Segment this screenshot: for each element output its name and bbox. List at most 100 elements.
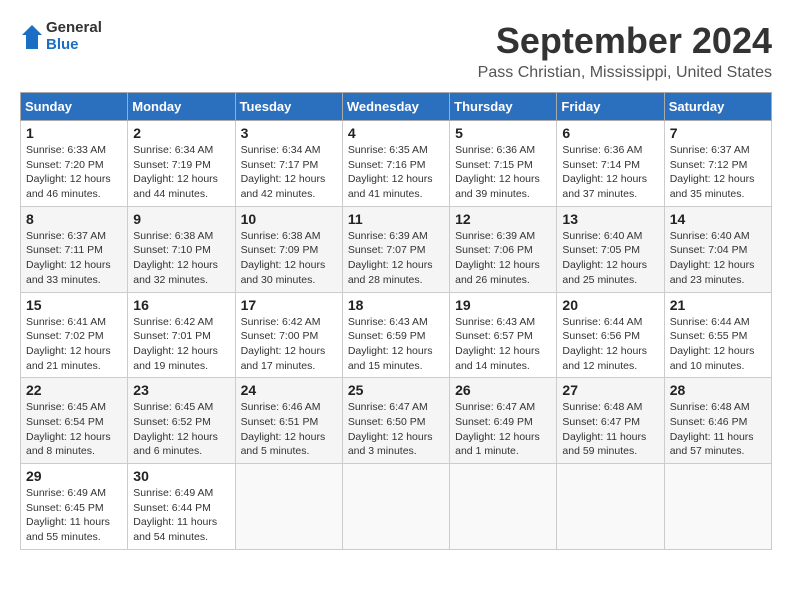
day-info: Sunrise: 6:44 AM Sunset: 6:55 PM Dayligh… xyxy=(670,315,766,374)
calendar-table: SundayMondayTuesdayWednesdayThursdayFrid… xyxy=(20,92,772,550)
day-number: 30 xyxy=(133,468,229,484)
day-info: Sunrise: 6:47 AM Sunset: 6:50 PM Dayligh… xyxy=(348,400,444,459)
calendar-cell: 3 Sunrise: 6:34 AM Sunset: 7:17 PM Dayli… xyxy=(235,121,342,207)
weekday-header-tuesday: Tuesday xyxy=(235,93,342,121)
day-number: 19 xyxy=(455,297,551,313)
day-info: Sunrise: 6:47 AM Sunset: 6:49 PM Dayligh… xyxy=(455,400,551,459)
calendar-cell: 9 Sunrise: 6:38 AM Sunset: 7:10 PM Dayli… xyxy=(128,206,235,292)
day-number: 9 xyxy=(133,211,229,227)
calendar-cell: 27 Sunrise: 6:48 AM Sunset: 6:47 PM Dayl… xyxy=(557,378,664,464)
weekday-header-monday: Monday xyxy=(128,93,235,121)
calendar-cell: 19 Sunrise: 6:43 AM Sunset: 6:57 PM Dayl… xyxy=(450,292,557,378)
calendar-cell xyxy=(235,464,342,550)
weekday-header-thursday: Thursday xyxy=(450,93,557,121)
calendar-cell: 17 Sunrise: 6:42 AM Sunset: 7:00 PM Dayl… xyxy=(235,292,342,378)
calendar-cell: 2 Sunrise: 6:34 AM Sunset: 7:19 PM Dayli… xyxy=(128,121,235,207)
day-number: 14 xyxy=(670,211,766,227)
day-info: Sunrise: 6:43 AM Sunset: 6:59 PM Dayligh… xyxy=(348,315,444,374)
logo-line2: Blue xyxy=(46,37,102,54)
day-info: Sunrise: 6:37 AM Sunset: 7:12 PM Dayligh… xyxy=(670,143,766,202)
location-title: Pass Christian, Mississippi, United Stat… xyxy=(478,64,772,82)
calendar-cell: 18 Sunrise: 6:43 AM Sunset: 6:59 PM Dayl… xyxy=(342,292,449,378)
day-info: Sunrise: 6:42 AM Sunset: 7:01 PM Dayligh… xyxy=(133,315,229,374)
calendar-week-row: 1 Sunrise: 6:33 AM Sunset: 7:20 PM Dayli… xyxy=(21,121,772,207)
calendar-cell xyxy=(450,464,557,550)
calendar-cell: 13 Sunrise: 6:40 AM Sunset: 7:05 PM Dayl… xyxy=(557,206,664,292)
calendar-week-row: 29 Sunrise: 6:49 AM Sunset: 6:45 PM Dayl… xyxy=(21,464,772,550)
calendar-cell: 28 Sunrise: 6:48 AM Sunset: 6:46 PM Dayl… xyxy=(664,378,771,464)
day-number: 16 xyxy=(133,297,229,313)
calendar-cell: 25 Sunrise: 6:47 AM Sunset: 6:50 PM Dayl… xyxy=(342,378,449,464)
calendar-cell xyxy=(557,464,664,550)
calendar-cell: 22 Sunrise: 6:45 AM Sunset: 6:54 PM Dayl… xyxy=(21,378,128,464)
calendar-cell: 15 Sunrise: 6:41 AM Sunset: 7:02 PM Dayl… xyxy=(21,292,128,378)
calendar-cell: 14 Sunrise: 6:40 AM Sunset: 7:04 PM Dayl… xyxy=(664,206,771,292)
day-info: Sunrise: 6:49 AM Sunset: 6:45 PM Dayligh… xyxy=(26,486,122,545)
calendar-cell: 20 Sunrise: 6:44 AM Sunset: 6:56 PM Dayl… xyxy=(557,292,664,378)
day-info: Sunrise: 6:40 AM Sunset: 7:04 PM Dayligh… xyxy=(670,229,766,288)
calendar-cell xyxy=(664,464,771,550)
day-number: 17 xyxy=(241,297,337,313)
day-number: 12 xyxy=(455,211,551,227)
day-number: 23 xyxy=(133,382,229,398)
calendar-cell: 4 Sunrise: 6:35 AM Sunset: 7:16 PM Dayli… xyxy=(342,121,449,207)
day-info: Sunrise: 6:45 AM Sunset: 6:54 PM Dayligh… xyxy=(26,400,122,459)
day-number: 6 xyxy=(562,125,658,141)
day-info: Sunrise: 6:44 AM Sunset: 6:56 PM Dayligh… xyxy=(562,315,658,374)
weekday-header-sunday: Sunday xyxy=(21,93,128,121)
calendar-cell: 8 Sunrise: 6:37 AM Sunset: 7:11 PM Dayli… xyxy=(21,206,128,292)
day-info: Sunrise: 6:48 AM Sunset: 6:47 PM Dayligh… xyxy=(562,400,658,459)
day-info: Sunrise: 6:35 AM Sunset: 7:16 PM Dayligh… xyxy=(348,143,444,202)
day-number: 8 xyxy=(26,211,122,227)
day-number: 11 xyxy=(348,211,444,227)
day-info: Sunrise: 6:38 AM Sunset: 7:09 PM Dayligh… xyxy=(241,229,337,288)
weekday-header-friday: Friday xyxy=(557,93,664,121)
day-number: 1 xyxy=(26,125,122,141)
day-number: 20 xyxy=(562,297,658,313)
day-number: 15 xyxy=(26,297,122,313)
day-info: Sunrise: 6:34 AM Sunset: 7:19 PM Dayligh… xyxy=(133,143,229,202)
calendar-cell: 23 Sunrise: 6:45 AM Sunset: 6:52 PM Dayl… xyxy=(128,378,235,464)
logo-line1: General xyxy=(46,20,102,37)
weekday-header-row: SundayMondayTuesdayWednesdayThursdayFrid… xyxy=(21,93,772,121)
calendar-cell: 26 Sunrise: 6:47 AM Sunset: 6:49 PM Dayl… xyxy=(450,378,557,464)
day-number: 25 xyxy=(348,382,444,398)
calendar-cell: 10 Sunrise: 6:38 AM Sunset: 7:09 PM Dayl… xyxy=(235,206,342,292)
day-number: 2 xyxy=(133,125,229,141)
calendar-cell: 29 Sunrise: 6:49 AM Sunset: 6:45 PM Dayl… xyxy=(21,464,128,550)
logo-bird-icon xyxy=(20,23,44,51)
day-number: 7 xyxy=(670,125,766,141)
day-info: Sunrise: 6:46 AM Sunset: 6:51 PM Dayligh… xyxy=(241,400,337,459)
day-info: Sunrise: 6:40 AM Sunset: 7:05 PM Dayligh… xyxy=(562,229,658,288)
calendar-cell xyxy=(342,464,449,550)
day-number: 5 xyxy=(455,125,551,141)
day-info: Sunrise: 6:45 AM Sunset: 6:52 PM Dayligh… xyxy=(133,400,229,459)
day-number: 26 xyxy=(455,382,551,398)
day-info: Sunrise: 6:39 AM Sunset: 7:06 PM Dayligh… xyxy=(455,229,551,288)
day-info: Sunrise: 6:33 AM Sunset: 7:20 PM Dayligh… xyxy=(26,143,122,202)
calendar-cell: 1 Sunrise: 6:33 AM Sunset: 7:20 PM Dayli… xyxy=(21,121,128,207)
calendar-cell: 16 Sunrise: 6:42 AM Sunset: 7:01 PM Dayl… xyxy=(128,292,235,378)
day-number: 29 xyxy=(26,468,122,484)
day-info: Sunrise: 6:38 AM Sunset: 7:10 PM Dayligh… xyxy=(133,229,229,288)
day-info: Sunrise: 6:48 AM Sunset: 6:46 PM Dayligh… xyxy=(670,400,766,459)
month-title: September 2024 xyxy=(478,20,772,62)
day-number: 13 xyxy=(562,211,658,227)
day-number: 27 xyxy=(562,382,658,398)
day-number: 24 xyxy=(241,382,337,398)
day-number: 4 xyxy=(348,125,444,141)
calendar-week-row: 15 Sunrise: 6:41 AM Sunset: 7:02 PM Dayl… xyxy=(21,292,772,378)
page-header: General Blue September 2024 Pass Christi… xyxy=(20,20,772,82)
day-info: Sunrise: 6:36 AM Sunset: 7:15 PM Dayligh… xyxy=(455,143,551,202)
calendar-cell: 12 Sunrise: 6:39 AM Sunset: 7:06 PM Dayl… xyxy=(450,206,557,292)
calendar-cell: 11 Sunrise: 6:39 AM Sunset: 7:07 PM Dayl… xyxy=(342,206,449,292)
calendar-week-row: 8 Sunrise: 6:37 AM Sunset: 7:11 PM Dayli… xyxy=(21,206,772,292)
logo: General Blue xyxy=(20,20,102,53)
day-info: Sunrise: 6:41 AM Sunset: 7:02 PM Dayligh… xyxy=(26,315,122,374)
calendar-cell: 24 Sunrise: 6:46 AM Sunset: 6:51 PM Dayl… xyxy=(235,378,342,464)
day-info: Sunrise: 6:37 AM Sunset: 7:11 PM Dayligh… xyxy=(26,229,122,288)
calendar-week-row: 22 Sunrise: 6:45 AM Sunset: 6:54 PM Dayl… xyxy=(21,378,772,464)
day-info: Sunrise: 6:34 AM Sunset: 7:17 PM Dayligh… xyxy=(241,143,337,202)
calendar-cell: 7 Sunrise: 6:37 AM Sunset: 7:12 PM Dayli… xyxy=(664,121,771,207)
weekday-header-wednesday: Wednesday xyxy=(342,93,449,121)
